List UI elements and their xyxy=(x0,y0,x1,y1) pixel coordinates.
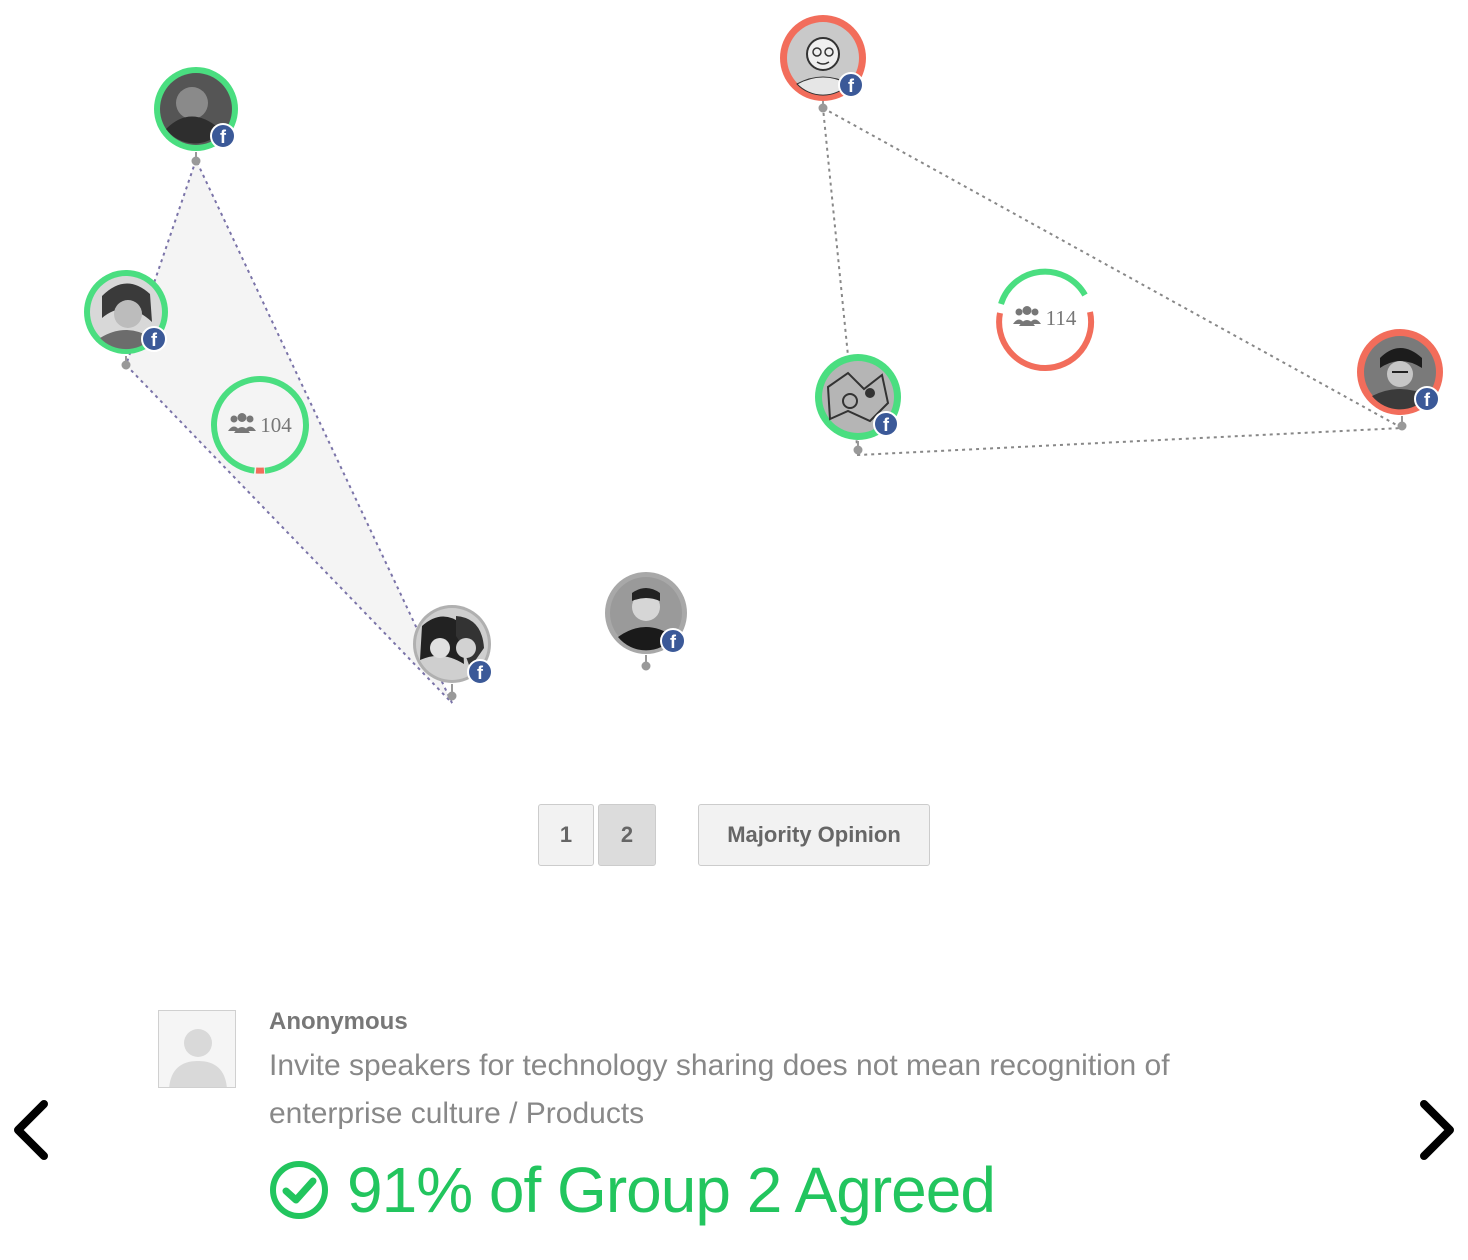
comment-card: Anonymous Invite speakers for technology… xyxy=(0,1000,1468,1260)
participant-avatar[interactable]: f xyxy=(84,270,168,354)
check-circle-icon xyxy=(270,1161,328,1219)
comment-text: Invite speakers for technology sharing d… xyxy=(269,1049,1170,1130)
svg-text:f: f xyxy=(151,330,158,350)
svg-text:f: f xyxy=(848,76,855,96)
group-2-summary[interactable]: 114 xyxy=(996,268,1095,371)
group-1-count: 104 xyxy=(260,413,292,437)
group-2-people-icon xyxy=(1013,306,1041,326)
svg-text:f: f xyxy=(670,632,677,652)
group-2-count: 114 xyxy=(1046,306,1077,330)
group-pager: 1 2 Majority Opinion xyxy=(0,804,1468,868)
participant-anchors xyxy=(121,101,1407,701)
facebook-icon: f xyxy=(210,123,236,149)
svg-text:f: f xyxy=(883,415,890,435)
person-silhouette-icon xyxy=(169,1029,227,1087)
anonymous-avatar xyxy=(158,1010,236,1088)
facebook-icon: f xyxy=(141,326,167,352)
facebook-icon: f xyxy=(1414,386,1440,412)
comment-author: Anonymous xyxy=(269,1008,408,1035)
group-2-hull xyxy=(821,106,1406,457)
facebook-icon: f xyxy=(467,659,493,685)
agreement-label: 91% of Group 2 Agreed xyxy=(347,1154,996,1226)
majority-opinion-button[interactable]: Majority Opinion xyxy=(698,804,930,866)
facebook-icon: f xyxy=(660,628,686,654)
participant-avatar[interactable]: f xyxy=(154,67,238,151)
facebook-icon: f xyxy=(838,72,864,98)
opinion-map: 104 114 f f f f f f f xyxy=(84,15,1443,704)
participant-avatar[interactable]: f xyxy=(1357,329,1443,415)
participant-avatar[interactable]: f xyxy=(780,15,866,101)
chevron-right-icon[interactable] xyxy=(1418,1100,1458,1160)
svg-text:f: f xyxy=(220,127,227,147)
participant-avatar[interactable]: f xyxy=(815,354,901,440)
participant-avatar[interactable]: f xyxy=(605,572,687,654)
chevron-left-icon[interactable] xyxy=(10,1100,50,1160)
group-2-button[interactable]: 2 xyxy=(598,804,656,866)
group-agreement: 91% of Group 2 Agreed xyxy=(269,1150,996,1230)
group-1-button[interactable]: 1 xyxy=(538,804,594,866)
facebook-icon: f xyxy=(873,411,899,437)
svg-text:f: f xyxy=(477,663,484,683)
svg-text:f: f xyxy=(1424,390,1431,410)
